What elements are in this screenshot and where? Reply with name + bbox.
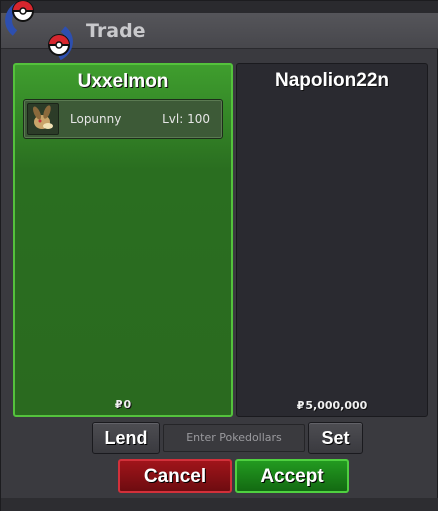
pokemon-level: Lvl: 100 [162, 112, 210, 126]
my-money-value: 0 [123, 398, 132, 411]
pokemon-name: Lopunny [70, 112, 122, 126]
lend-button[interactable]: Lend [92, 422, 160, 454]
my-money-offer: ₽0 [15, 398, 231, 411]
pokemon-sprite-icon [27, 103, 59, 135]
partner-offer-panel: Napolion22n ₽5,000,000 [236, 63, 428, 417]
partner-money-value: 5,000,000 [305, 399, 368, 412]
bottom-strip [1, 498, 438, 511]
partner-money-offer: ₽5,000,000 [237, 399, 427, 412]
window-title: Trade [86, 20, 146, 42]
pokedollar-icon: ₽ [114, 398, 123, 411]
pokedollars-input[interactable]: Enter Pokedollars [163, 424, 305, 452]
set-button[interactable]: Set [308, 422, 363, 454]
my-player-name: Uxxelmon [77, 71, 169, 92]
trade-logo-icon [5, 1, 73, 61]
offered-pokemon-row[interactable]: Lopunny Lvl: 100 [23, 99, 223, 139]
accept-button[interactable]: Accept [235, 459, 349, 493]
pokedollar-icon: ₽ [296, 399, 305, 412]
cancel-button[interactable]: Cancel [118, 459, 232, 493]
partner-player-name: Napolion22n [274, 70, 389, 91]
trade-window: Trade Uxxelmon Lopunny Lvl: 100 ₽0 Napol… [0, 0, 438, 511]
my-offer-panel: Uxxelmon Lopunny Lvl: 100 ₽0 [13, 63, 233, 417]
